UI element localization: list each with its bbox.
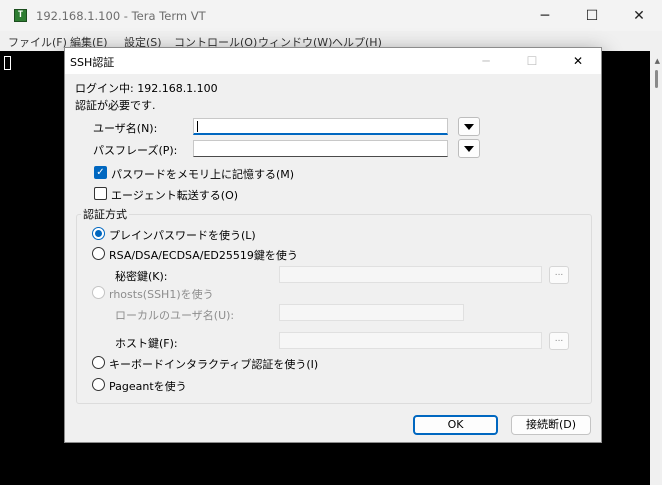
keyboard-interactive-label[interactable]: キーボードインタラクティブ認証を使う(I) [109,356,318,372]
plain-password-label[interactable]: プレインパスワードを使う(L) [109,227,256,243]
terminal-cursor [4,56,11,70]
maximize-button[interactable]: ☐ [569,0,615,31]
host-key-input [279,332,542,349]
login-status-text: ログイン中: 192.168.1.100 [75,82,218,95]
auth-method-group-label: 認証方式 [81,206,129,222]
passphrase-label: パスフレーズ(P): [93,144,178,157]
agent-forward-label[interactable]: エージェント転送する(O) [111,187,238,203]
window-titlebar: T 192.168.1.100 - Tera Term VT ─ ☐ ✕ [0,0,662,31]
scroll-thumb[interactable] [655,70,658,88]
teraterm-app-icon: T [14,9,27,22]
dialog-title: SSH認証 [70,56,115,69]
dialog-close-button[interactable]: ✕ [555,48,601,74]
terminal-scrollbar[interactable] [650,51,662,485]
pageant-label[interactable]: Pageantを使う [109,378,187,394]
menu-file[interactable]: ファイル(F) [8,34,67,50]
dropdown-arrow-icon [464,145,474,152]
remember-password-checkbox[interactable]: ✓ [94,166,107,179]
host-key-label: ホスト鍵(F): [115,337,178,350]
rsa-key-label[interactable]: RSA/DSA/ECDSA/ED25519鍵を使う [109,247,298,263]
remember-password-label[interactable]: パスワードをメモリ上に記憶する(M) [111,166,294,182]
text-caret [197,121,198,132]
username-label: ユーザ名(N): [93,122,158,135]
ssh-auth-dialog: SSH認証 ─ ☐ ✕ ログイン中: 192.168.1.100 認証が必要です… [64,47,602,443]
minimize-button[interactable]: ─ [522,0,568,31]
local-username-input [279,304,464,321]
host-key-browse-button: ... [549,332,569,350]
passphrase-input[interactable] [193,140,448,157]
local-username-label: ローカルのユーザ名(U): [115,309,235,322]
passphrase-history-dropdown[interactable] [458,139,480,158]
plain-password-radio[interactable] [92,227,105,240]
username-input[interactable] [193,118,448,135]
dialog-titlebar: SSH認証 ─ ☐ ✕ [65,48,601,74]
rhosts-label: rhosts(SSH1)を使う [109,288,214,301]
agent-forward-checkbox[interactable] [94,187,107,200]
username-history-dropdown[interactable] [458,117,480,136]
disconnect-button[interactable]: 接続断(D) [511,415,591,435]
window-title: 192.168.1.100 - Tera Term VT [36,9,206,23]
dialog-minimize-button: ─ [482,54,490,68]
auth-required-text: 認証が必要です. [75,99,156,112]
scroll-up-arrow-icon[interactable]: ▲ [655,57,660,65]
dialog-maximize-button: ☐ [526,54,538,68]
ok-button[interactable]: OK [413,415,498,435]
rsa-key-radio[interactable] [92,247,105,260]
private-key-browse-button: ... [549,266,569,284]
pageant-radio[interactable] [92,378,105,391]
rhosts-radio [92,286,105,299]
keyboard-interactive-radio[interactable] [92,356,105,369]
close-button[interactable]: ✕ [616,0,662,31]
dropdown-arrow-icon [464,123,474,130]
private-key-input [279,266,542,283]
private-key-label: 秘密鍵(K): [115,270,168,283]
